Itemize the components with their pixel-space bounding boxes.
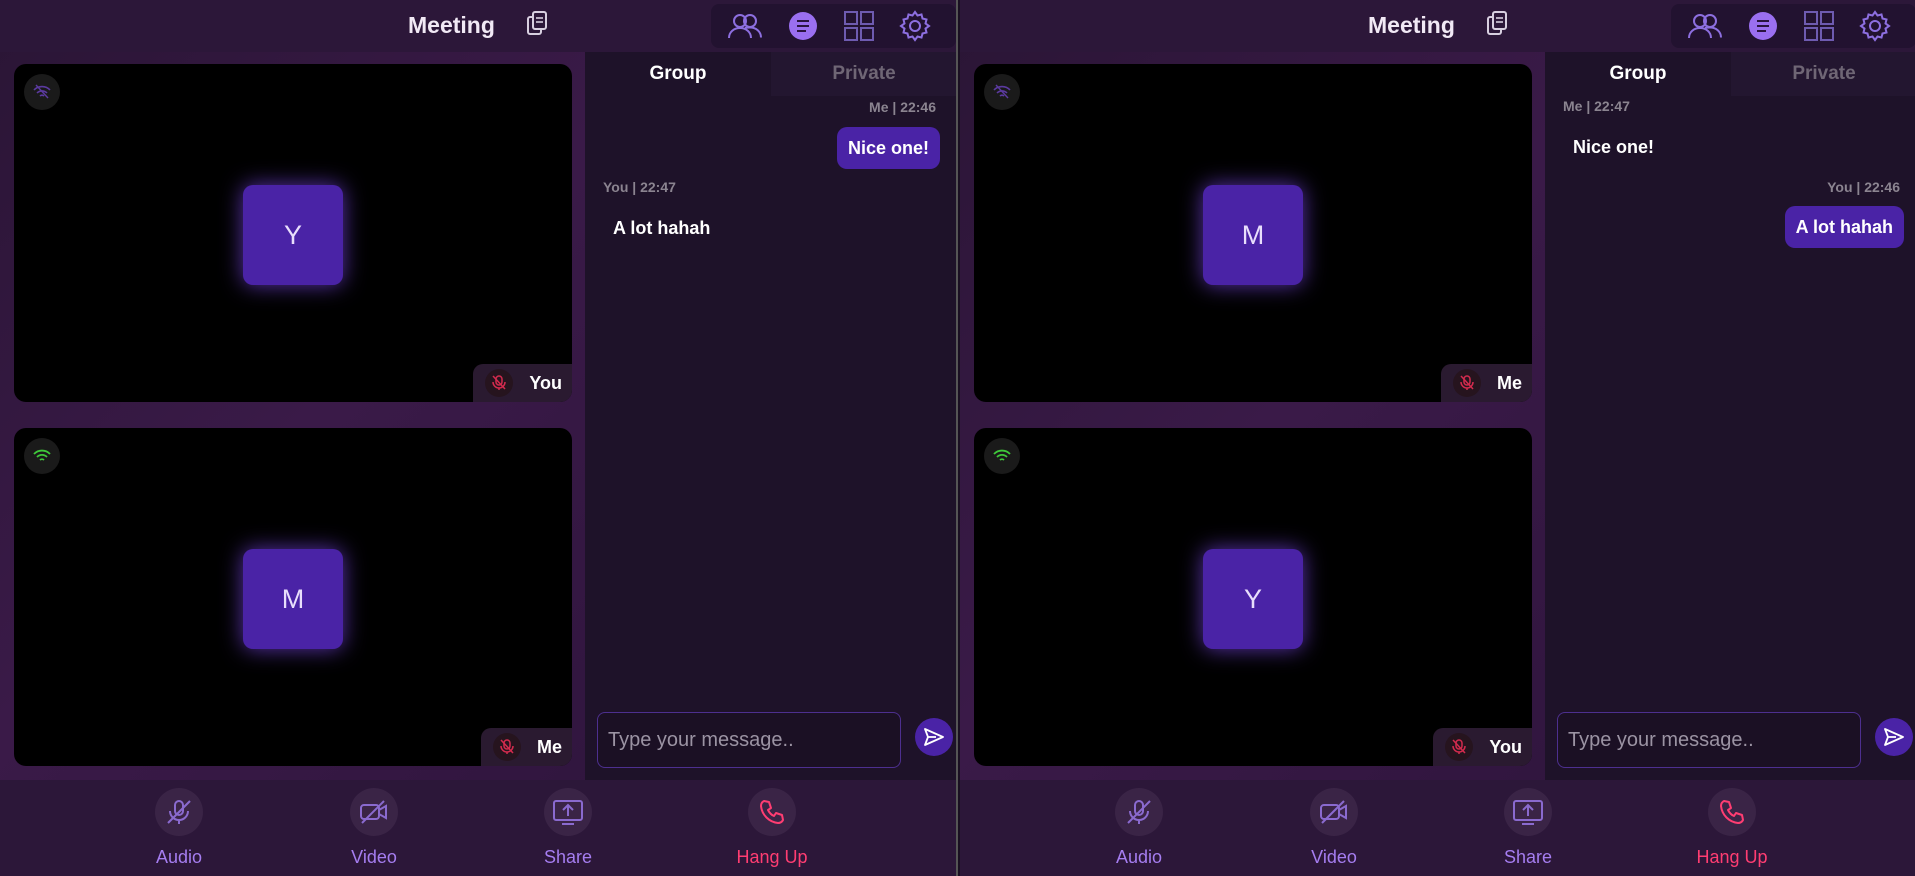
message-bubble: Nice one! — [1573, 137, 1655, 157]
chat-icon[interactable] — [785, 10, 821, 42]
avatar: M — [243, 549, 343, 649]
message-meta: You | 22:47 — [603, 179, 676, 195]
video-tile[interactable]: Y You — [974, 428, 1532, 766]
mic-off-icon — [1115, 788, 1163, 836]
gear-icon[interactable] — [897, 10, 933, 42]
send-icon — [1884, 728, 1904, 746]
signal-weak-icon — [984, 74, 1020, 110]
message-composer — [597, 712, 901, 768]
signal-weak-icon — [24, 74, 60, 110]
send-button[interactable] — [915, 718, 953, 756]
participants-icon[interactable] — [727, 10, 763, 42]
meeting-title: Meeting — [1368, 12, 1455, 38]
video-area: Y You M Me — [0, 52, 583, 780]
meeting-window-right: Meeting M Me Y You Group Private Me | 22… — [960, 0, 1915, 876]
tab-group[interactable]: Group — [585, 52, 771, 96]
audio-label: Audio — [155, 847, 203, 867]
call-controls: Audio Video Share Hang Up — [960, 780, 1915, 876]
phone-hangup-icon — [748, 788, 796, 836]
video-label: Video — [351, 847, 397, 867]
video-button[interactable]: Video — [1279, 788, 1389, 868]
video-label: Video — [1311, 847, 1357, 867]
share-button[interactable]: Share — [513, 788, 623, 868]
audio-button[interactable]: Audio — [124, 788, 234, 868]
toolbar — [1671, 4, 1915, 48]
hangup-button[interactable]: Hang Up — [1677, 788, 1787, 868]
avatar: Y — [243, 185, 343, 285]
screen-share-icon — [1504, 788, 1552, 836]
video-tile[interactable]: M Me — [974, 64, 1532, 402]
hangup-label: Hang Up — [1696, 847, 1768, 867]
chat-panel: Group Private Me | 22:47 Nice one! You |… — [1545, 52, 1915, 780]
participants-icon[interactable] — [1687, 10, 1723, 42]
participant-name: Me — [536, 736, 562, 757]
message-meta: You | 22:46 — [1827, 179, 1900, 195]
meeting-window-left: Meeting Y You M Me Group Private Me | 22… — [0, 0, 958, 876]
video-tile[interactable]: Y You — [14, 64, 572, 402]
send-icon — [924, 728, 944, 746]
chat-tabs: Group Private — [585, 52, 956, 96]
screen-share-icon — [544, 788, 592, 836]
meeting-title: Meeting — [408, 12, 495, 38]
mic-off-icon — [1452, 369, 1481, 397]
message-meta: Me | 22:47 — [1563, 98, 1630, 114]
camera-off-icon — [1310, 788, 1358, 836]
name-tag: You — [1433, 728, 1532, 766]
signal-icon — [984, 438, 1020, 474]
grid-layout-icon[interactable] — [1801, 10, 1837, 42]
message-bubble: Nice one! — [836, 127, 940, 169]
tab-private[interactable]: Private — [1731, 52, 1915, 96]
message-input[interactable] — [1558, 713, 1860, 767]
toolbar — [711, 4, 956, 48]
tab-private[interactable]: Private — [771, 52, 956, 96]
audio-button[interactable]: Audio — [1084, 788, 1194, 868]
name-tag: Me — [480, 728, 572, 766]
name-tag: Me — [1440, 364, 1532, 402]
audio-label: Audio — [1115, 847, 1163, 867]
avatar: M — [1203, 185, 1303, 285]
name-tag: You — [473, 364, 572, 402]
chat-icon[interactable] — [1745, 10, 1781, 42]
share-label: Share — [1503, 847, 1553, 867]
message-bubble: A lot hahah — [1784, 206, 1904, 248]
mic-off-icon — [492, 733, 521, 761]
signal-icon — [24, 438, 60, 474]
send-button[interactable] — [1875, 718, 1913, 756]
video-tile[interactable]: M Me — [14, 428, 572, 766]
chat-panel: Group Private Me | 22:46 Nice one! You |… — [585, 52, 956, 780]
video-button[interactable]: Video — [319, 788, 429, 868]
participant-name: Me — [1496, 372, 1522, 393]
call-controls: Audio Video Share Hang Up — [0, 780, 956, 876]
message-bubble: A lot hahah — [613, 218, 711, 238]
header: Meeting — [0, 0, 956, 52]
share-button[interactable]: Share — [1473, 788, 1583, 868]
participant-name: You — [1489, 736, 1522, 757]
avatar: Y — [1203, 549, 1303, 649]
message-input[interactable] — [598, 713, 900, 767]
mic-off-icon — [485, 369, 514, 397]
hangup-label: Hang Up — [736, 847, 808, 867]
grid-layout-icon[interactable] — [841, 10, 877, 42]
gear-icon[interactable] — [1857, 10, 1893, 42]
participant-name: You — [529, 372, 562, 393]
chat-tabs: Group Private — [1545, 52, 1915, 96]
share-label: Share — [543, 847, 593, 867]
camera-off-icon — [350, 788, 398, 836]
copy-icon[interactable] — [1486, 10, 1510, 38]
hangup-button[interactable]: Hang Up — [717, 788, 827, 868]
message-composer — [1557, 712, 1861, 768]
video-area: M Me Y You — [960, 52, 1543, 780]
copy-icon[interactable] — [526, 10, 550, 38]
header: Meeting — [960, 0, 1915, 52]
phone-hangup-icon — [1708, 788, 1756, 836]
message-meta: Me | 22:46 — [869, 99, 936, 115]
mic-off-icon — [1445, 733, 1474, 761]
tab-group[interactable]: Group — [1545, 52, 1731, 96]
mic-off-icon — [155, 788, 203, 836]
